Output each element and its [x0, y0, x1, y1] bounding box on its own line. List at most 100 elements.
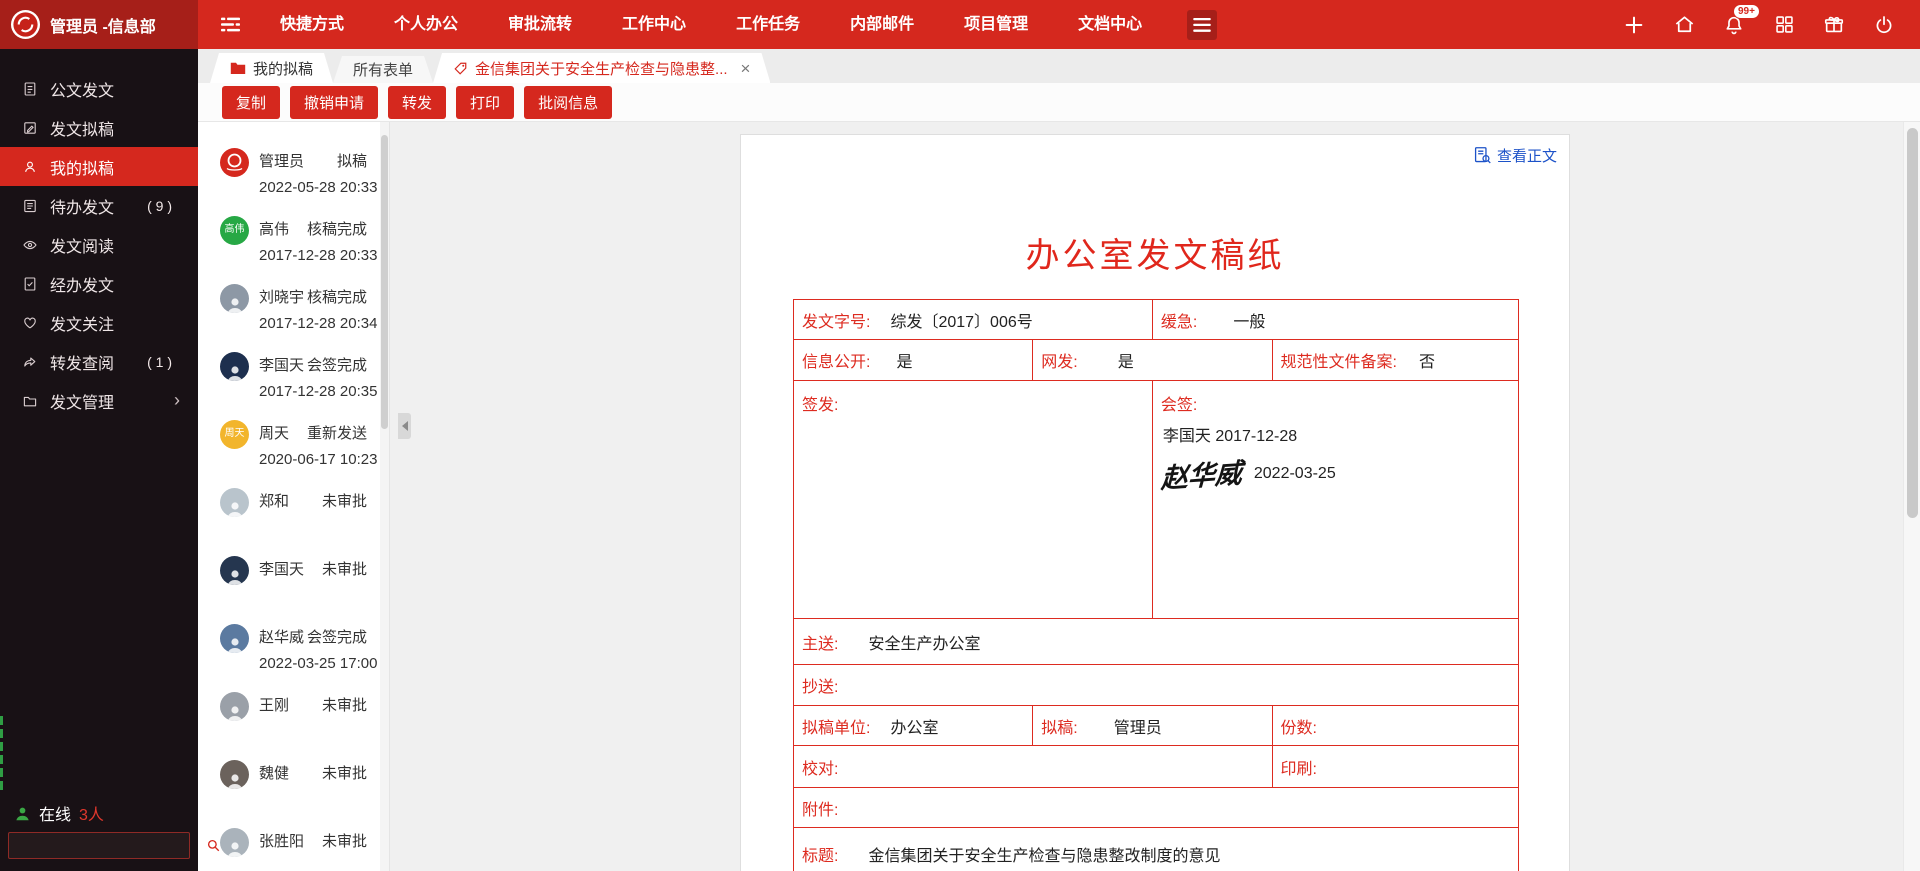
sidebar-item-dispatch-follow[interactable]: 发文关注 — [0, 303, 198, 342]
folder-icon — [22, 393, 38, 409]
nav-item-document-center[interactable]: 文档中心 — [1053, 0, 1167, 49]
timeline-scrollbar-thumb[interactable] — [381, 135, 388, 429]
nav-item-work-tasks[interactable]: 工作任务 — [711, 0, 825, 49]
timeline-entry[interactable]: 郑和未审批 — [198, 488, 389, 556]
countersign-entry: 赵华威 2022-03-25 — [1161, 454, 1518, 493]
field-value: 是 — [1118, 354, 1134, 371]
print-button[interactable]: 打印 — [456, 86, 514, 119]
search-icon[interactable] — [206, 838, 221, 853]
timeline-entry[interactable]: 管理员拟稿 2022-05-28 20:33 — [198, 148, 389, 216]
timeline-entry[interactable]: 赵华威会签完成 2022-03-25 17:00 — [198, 624, 389, 692]
menu-icon[interactable] — [220, 15, 241, 34]
top-bar: 管理员 -信息部 快捷方式 个人办公 审批流转 工作中心 工作任务 内部邮件 项… — [0, 0, 1920, 49]
avatar — [220, 488, 249, 517]
copy-send-cell: 抄送: — [794, 665, 1519, 706]
field-label: 拟稿: — [1041, 720, 1077, 737]
field-label: 信息公开: — [802, 354, 870, 371]
sidebar-item-forward-review[interactable]: 转发查阅 ( 1 ) — [0, 342, 198, 381]
countersign-cell: 会签: 李国天 2017-12-28 赵华威 2022-03-25 — [1152, 381, 1518, 619]
bell-icon[interactable]: 99+ — [1722, 13, 1746, 37]
search-input[interactable] — [9, 833, 206, 858]
nav-item-shortcuts[interactable]: 快捷方式 — [255, 0, 369, 49]
timeline-entry[interactable]: 高伟 高伟核稿完成 2017-12-28 20:33 — [198, 216, 389, 284]
field-label: 标题: — [802, 848, 838, 865]
content-area: 管理员拟稿 2022-05-28 20:33 高伟 高伟核稿完成 2017-12… — [198, 122, 1920, 871]
person-icon — [225, 567, 245, 585]
approval-time: 2022-05-28 20:33 — [259, 179, 367, 196]
user-icon — [22, 159, 38, 175]
timeline-entry[interactable]: 李国天未审批 — [198, 556, 389, 624]
forward-count: ( 1 ) — [147, 354, 172, 370]
apps-grid-icon[interactable] — [1772, 13, 1796, 37]
tab-document-active[interactable]: 金信集团关于安全生产检查与隐患整... × — [433, 53, 770, 83]
field-value: 办公室 — [890, 720, 938, 737]
issue-sign-cell: 签发: — [794, 381, 1153, 619]
approver-name: 刘晓宇 — [259, 286, 304, 307]
nav-item-approval-flow[interactable]: 审批流转 — [483, 0, 597, 49]
avatar: 周天 — [220, 420, 249, 449]
proofread-cell: 校对: — [794, 746, 1273, 788]
tab-all-forms[interactable]: 所有表单 — [333, 56, 433, 83]
nav-item-project-management[interactable]: 项目管理 — [939, 0, 1053, 49]
forward-icon — [22, 354, 38, 370]
sidebar-item-my-drafts[interactable]: 我的拟稿 — [0, 147, 198, 186]
sidebar-item-label: 经办发文 — [50, 272, 114, 296]
sidebar-item-dispatch-management[interactable]: 发文管理 › — [0, 381, 198, 420]
sidebar-item-handled-dispatch[interactable]: 经办发文 — [0, 264, 198, 303]
timeline-entry[interactable]: 张胜阳未审批 — [198, 828, 389, 871]
panel-collapse-handle[interactable] — [398, 413, 411, 439]
document-check-icon — [22, 276, 38, 292]
person-icon — [225, 635, 245, 653]
approval-time: 2017-12-28 20:35 — [259, 383, 367, 400]
field-label: 抄送: — [802, 679, 838, 696]
person-icon — [225, 295, 245, 313]
revoke-application-button[interactable]: 撤销申请 — [290, 86, 378, 119]
power-icon[interactable] — [1872, 13, 1896, 37]
approval-time: 2022-03-25 17:00 — [259, 655, 367, 672]
gift-icon[interactable] — [1822, 13, 1846, 37]
more-menu-icon[interactable] — [1187, 10, 1217, 40]
approval-status: 会签完成 — [307, 354, 367, 375]
home-icon[interactable] — [1672, 13, 1696, 37]
nav-item-work-center[interactable]: 工作中心 — [597, 0, 711, 49]
field-label: 印刷: — [1281, 761, 1317, 778]
timeline-entry[interactable]: 魏健未审批 — [198, 760, 389, 828]
timeline-entry[interactable]: 李国天会签完成 2017-12-28 20:35 — [198, 352, 389, 420]
net-send-cell: 网发: 是 — [1033, 340, 1272, 381]
review-info-button[interactable]: 批阅信息 — [524, 86, 612, 119]
sidebar-item-pending-dispatch[interactable]: 待办发文 ( 9 ) — [0, 186, 198, 225]
approver-name: 张胜阳 — [259, 830, 304, 851]
sidebar-item-label: 转发查阅 — [50, 350, 114, 374]
sidebar-item-draft-dispatch[interactable]: 发文拟稿 — [0, 108, 198, 147]
sidebar-item-official-dispatch[interactable]: 公文发文 — [0, 69, 198, 108]
close-icon[interactable]: × — [741, 60, 751, 77]
sidebar-item-dispatch-reading[interactable]: 发文阅读 — [0, 225, 198, 264]
tab-my-drafts[interactable]: 我的拟稿 — [210, 53, 333, 83]
field-label: 份数: — [1281, 720, 1317, 737]
approval-timeline-panel: 管理员拟稿 2022-05-28 20:33 高伟 高伟核稿完成 2017-12… — [198, 122, 390, 871]
approval-time: 2017-12-28 20:34 — [259, 315, 367, 332]
timeline-entry[interactable]: 周天 周天重新发送 2020-06-17 10:23 — [198, 420, 389, 488]
copy-button[interactable]: 复制 — [222, 86, 280, 119]
forward-button[interactable]: 转发 — [388, 86, 446, 119]
plus-icon[interactable] — [1622, 13, 1646, 37]
timeline-entry[interactable]: 王刚未审批 — [198, 692, 389, 760]
notification-badge: 99+ — [1733, 4, 1760, 20]
field-label: 主送: — [802, 636, 838, 653]
field-label: 网发: — [1041, 354, 1077, 371]
approval-status: 重新发送 — [307, 422, 367, 443]
main-send-cell: 主送: 安全生产办公室 — [794, 619, 1519, 665]
tab-label: 所有表单 — [353, 59, 413, 80]
sidebar-item-label: 我的拟稿 — [50, 155, 114, 179]
approver-name: 周天 — [259, 422, 289, 443]
sidebar-item-label: 发文关注 — [50, 311, 114, 335]
drafter-cell: 拟稿:管理员 — [1033, 706, 1272, 746]
field-value: 安全生产办公室 — [868, 636, 980, 653]
main-scrollbar-thumb[interactable] — [1907, 128, 1918, 518]
sidebar-search — [8, 832, 190, 859]
timeline-entry[interactable]: 刘晓宇核稿完成 2017-12-28 20:34 — [198, 284, 389, 352]
approval-status: 核稿完成 — [307, 286, 367, 307]
view-body-link[interactable]: 查看正文 — [1473, 145, 1557, 166]
nav-item-internal-mail[interactable]: 内部邮件 — [825, 0, 939, 49]
nav-item-personal-office[interactable]: 个人办公 — [369, 0, 483, 49]
